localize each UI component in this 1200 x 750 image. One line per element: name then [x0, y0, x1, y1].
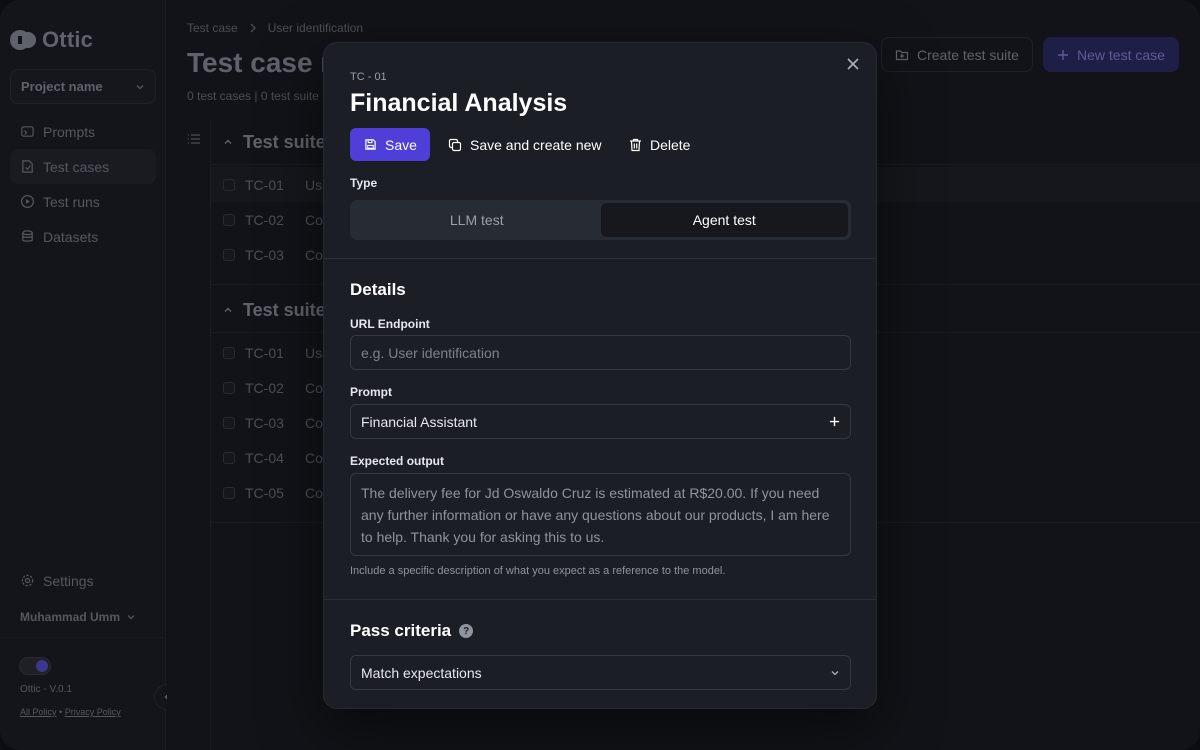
prompt-label: Prompt — [350, 385, 392, 399]
url-endpoint-input[interactable]: e.g. User identification — [350, 335, 851, 370]
close-icon[interactable] — [845, 56, 861, 72]
modal-title: Financial Analysis — [350, 89, 568, 117]
copy-icon — [448, 138, 462, 151]
save-and-create-new-label: Save and create new — [470, 136, 602, 153]
type-label: Type — [350, 176, 378, 190]
delete-button[interactable]: Delete — [629, 128, 690, 161]
type-segmented-control: LLM test Agent test — [350, 200, 851, 240]
save-label: Save — [385, 136, 417, 153]
pass-criteria-value: Match expectations — [361, 664, 482, 681]
expected-output-textarea[interactable]: The delivery fee for Jd Oswaldo Cruz is … — [350, 473, 851, 556]
test-case-modal: TC - 01 Financial Analysis Save Save and… — [323, 42, 877, 709]
app-window: Ottic Project name Prompts Test cases Te… — [0, 0, 1200, 750]
delete-label: Delete — [650, 136, 691, 153]
pass-criteria-heading: Pass criteria ? — [350, 621, 474, 641]
type-option-agent-test[interactable]: Agent test — [600, 203, 848, 237]
save-icon — [365, 139, 376, 150]
section-divider — [324, 599, 876, 600]
pass-criteria-title: Pass criteria — [350, 621, 452, 640]
details-title: Details — [350, 280, 406, 299]
url-endpoint-label: URL Endpoint — [350, 317, 430, 331]
save-button[interactable]: Save — [350, 128, 430, 161]
save-and-create-new-button[interactable]: Save and create new — [448, 128, 602, 161]
help-icon[interactable]: ? — [459, 624, 474, 638]
chevron-down-icon — [831, 670, 839, 675]
test-case-id: TC - 01 — [350, 71, 387, 83]
plus-icon[interactable] — [829, 416, 840, 427]
prompt-select[interactable]: Financial Assistant — [350, 404, 851, 439]
pass-criteria-select[interactable]: Match expectations — [350, 655, 851, 690]
trash-icon — [630, 138, 641, 151]
section-divider — [324, 258, 876, 259]
details-heading: Details — [350, 280, 406, 300]
url-endpoint-placeholder: e.g. User identification — [361, 344, 500, 361]
expected-output-label: Expected output — [350, 454, 445, 468]
prompt-value: Financial Assistant — [361, 413, 477, 430]
type-option-llm-test[interactable]: LLM test — [353, 203, 601, 237]
expected-output-hint: Include a specific description of what y… — [350, 565, 726, 577]
